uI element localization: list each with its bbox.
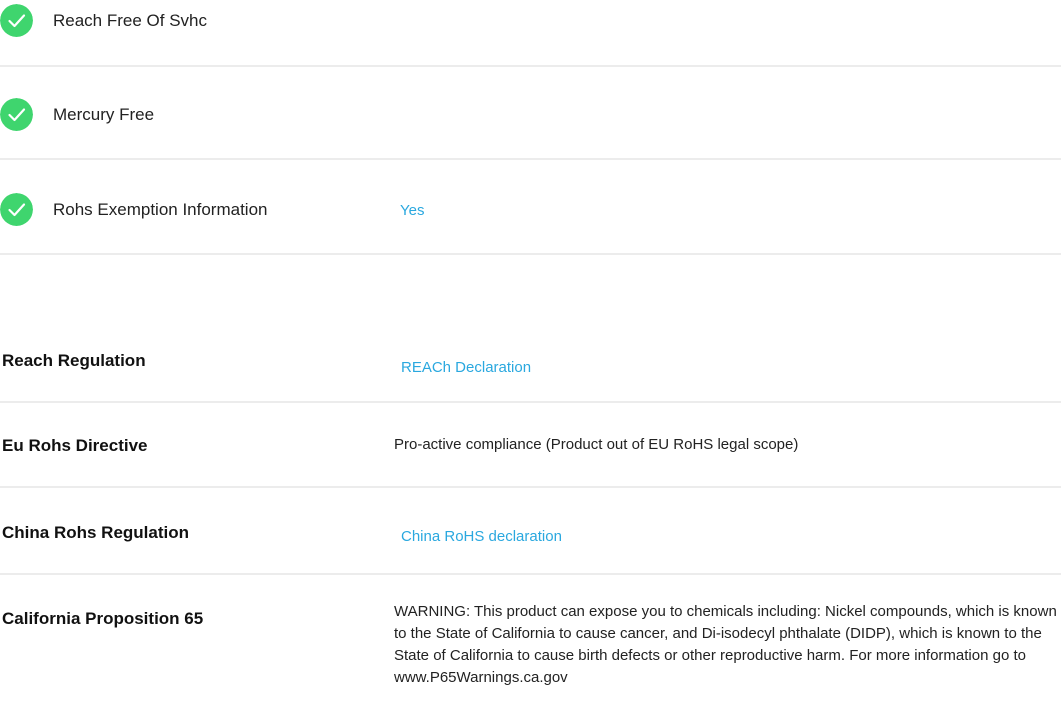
divider: [0, 253, 1061, 255]
divider: [0, 486, 1061, 488]
rohs-exemption-yes-link[interactable]: Yes: [400, 202, 424, 219]
regulation-label-china-rohs: China Rohs Regulation: [2, 523, 189, 542]
prop65-warning-text: WARNING: This product can expose you to …: [394, 603, 1057, 686]
divider: [0, 573, 1061, 575]
regulation-label-reach: Reach Regulation: [2, 351, 146, 370]
regulation-label-california-prop65: California Proposition 65: [2, 609, 204, 628]
check-circle-icon: [0, 98, 33, 131]
check-circle-icon: [0, 193, 33, 226]
compliance-row-rohs-exemption: Rohs Exemption Information Yes: [0, 193, 1061, 226]
china-rohs-declaration-link[interactable]: China RoHS declaration: [401, 528, 562, 545]
reach-declaration-link[interactable]: REACh Declaration: [401, 359, 531, 376]
divider: [0, 65, 1061, 67]
check-circle-icon: [0, 4, 33, 37]
compliance-label: Reach Free Of Svhc: [53, 11, 208, 30]
compliance-row-reach-free-of-svhc: Reach Free Of Svhc: [0, 4, 1061, 37]
divider: [0, 158, 1061, 160]
eu-rohs-value: Pro-active compliance (Product out of EU…: [394, 436, 799, 453]
regulation-label-eu-rohs: Eu Rohs Directive: [2, 436, 148, 455]
divider: [0, 401, 1061, 403]
compliance-label: Rohs Exemption Information: [53, 200, 268, 219]
compliance-label: Mercury Free: [53, 105, 155, 124]
compliance-row-mercury-free: Mercury Free: [0, 98, 1061, 131]
